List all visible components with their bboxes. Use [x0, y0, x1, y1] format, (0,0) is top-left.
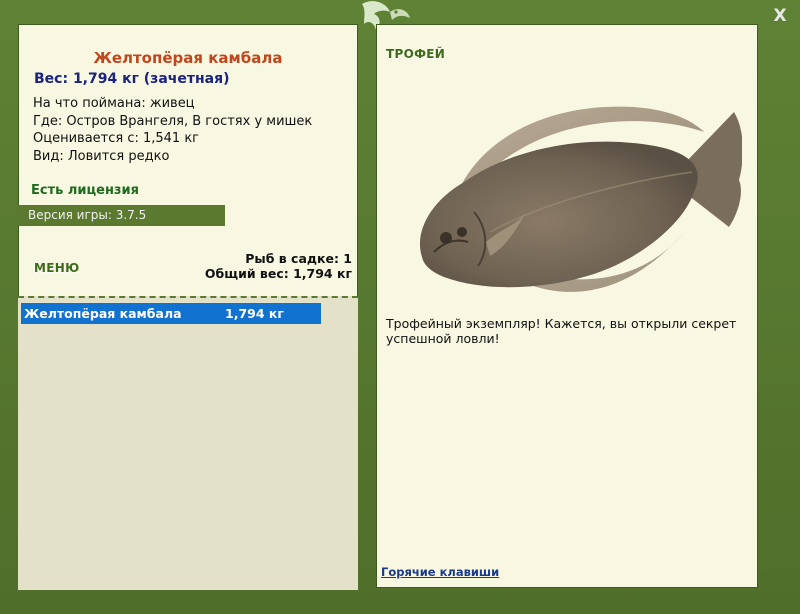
fish-count: Рыб в садке: 1	[245, 251, 352, 266]
trophy-description: Трофейный экземпляр! Кажется, вы открыли…	[386, 316, 737, 346]
list-item-name: Желтопёрая камбала	[24, 306, 182, 321]
license-status: Есть лицензия	[31, 183, 139, 198]
min-weight-info: Оценивается с: 1,541 кг	[33, 131, 200, 146]
list-item[interactable]: Желтопёрая камбала 1,794 кг	[21, 303, 321, 324]
trophy-panel: ТРОФЕЙ Трофейный экземпляр! Кажется, вы …	[376, 24, 758, 588]
bait-info: На что поймана: живец	[33, 96, 195, 111]
menu-button[interactable]: МЕНЮ	[34, 261, 79, 275]
list-item-weight: 1,794 кг	[225, 306, 284, 321]
catch-info: На что поймана: живец Где: Остров Вранге…	[33, 95, 312, 165]
total-weight: Общий вес: 1,794 кг	[204, 265, 352, 281]
catch-details-panel: Желтопёрая камбала Вес: 1,794 кг (зачетн…	[18, 24, 358, 590]
flounder-image	[394, 52, 743, 324]
game-version-bar: Версия игры: 3.7.5	[18, 205, 225, 226]
keepnet-stats: Рыб в садке: 1 Общий вес: 1,794 кг	[204, 251, 352, 281]
fish-weight: Вес: 1,794 кг (зачетная)	[34, 71, 230, 87]
catch-list	[18, 296, 358, 590]
hotkeys-link[interactable]: Горячие клавиши	[381, 565, 499, 579]
fish-name-title: Желтопёрая камбала	[93, 49, 283, 67]
rarity-info: Вид: Ловится редко	[33, 148, 170, 164]
location-info: Где: Остров Врангеля, В гостях у мишек	[33, 113, 313, 129]
close-icon[interactable]: X	[770, 6, 790, 26]
